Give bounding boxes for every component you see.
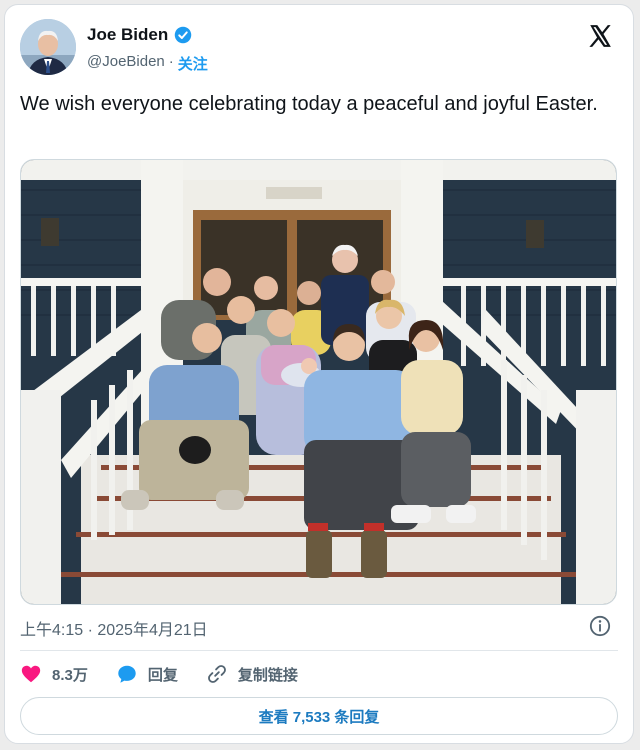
link-icon <box>207 665 226 683</box>
copy-link-button[interactable]: 复制链接 <box>206 663 298 685</box>
tweet-text: We wish everyone celebrating today a pea… <box>20 93 598 115</box>
heart-icon <box>21 665 41 683</box>
action-bar: 8.3万 回复 复制链接 <box>20 661 326 687</box>
like-button[interactable]: 8.3万 <box>20 663 88 685</box>
reply-label: 回复 <box>147 666 178 684</box>
follow-button[interactable]: 关注 <box>178 53 208 74</box>
author-handle[interactable]: @JoeBiden <box>87 53 165 74</box>
like-count: 8.3万 <box>52 666 88 684</box>
info-icon[interactable] <box>589 615 611 637</box>
view-replies-button[interactable]: 查看 7,533 条回复 <box>20 697 618 735</box>
x-logo-icon[interactable] <box>587 23 613 49</box>
separator-dot: · <box>168 53 174 70</box>
reply-bubble-icon <box>118 665 136 683</box>
tweet-timestamp[interactable]: 上午4:15 · 2025年4月21日 <box>20 616 208 640</box>
avatar[interactable] <box>20 19 76 75</box>
verified-badge-icon <box>175 26 192 44</box>
tweet-card: Joe Biden @JoeBiden · 关注 We wish everyon… <box>4 4 634 744</box>
tweet-photo[interactable] <box>20 159 617 605</box>
author-name[interactable]: Joe Biden <box>87 25 168 45</box>
divider <box>20 650 618 651</box>
reply-button[interactable]: 回复 <box>116 663 178 685</box>
copy-link-label: 复制链接 <box>237 666 298 684</box>
family-photo-icon <box>21 160 616 604</box>
